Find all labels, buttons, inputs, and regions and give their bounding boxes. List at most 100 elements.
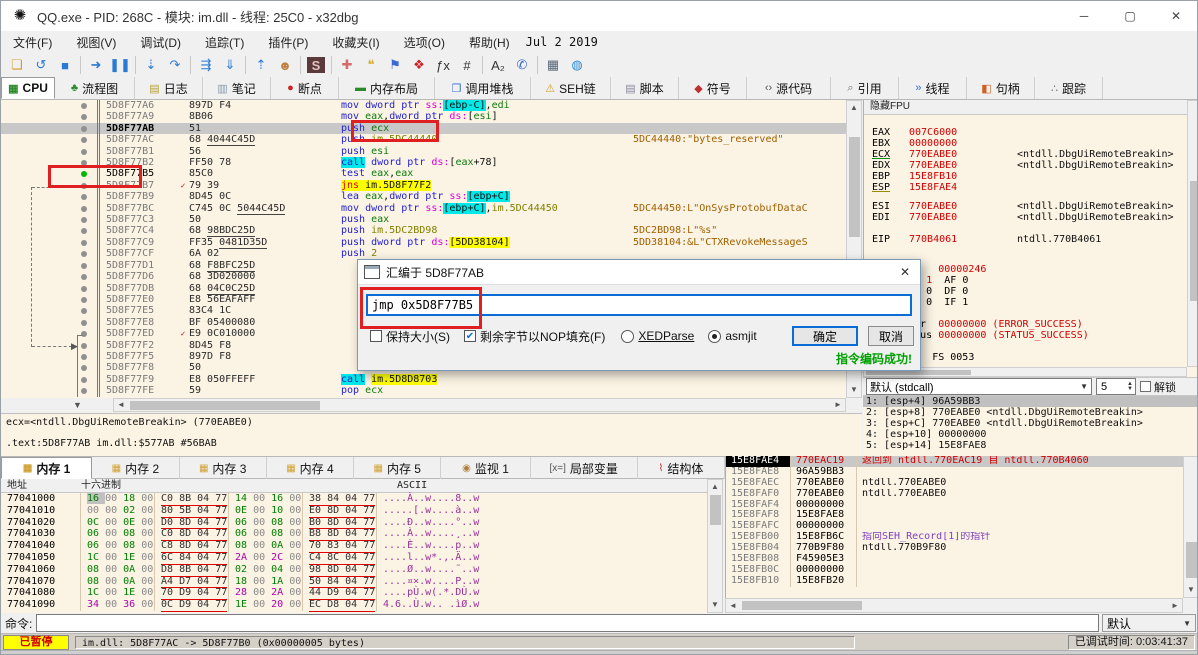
settings-s-icon[interactable]: S [307,57,325,73]
stop-icon[interactable]: ■ [53,55,77,75]
keep-size-checkbox-box[interactable] [370,330,382,342]
argument-row[interactable]: 4: [esp+10] 00000000 [863,429,1197,440]
tab-references[interactable]: ⌕ 引用 [831,77,899,99]
stack-row[interactable]: 15E8FB10 15E8FB20 [726,575,1183,587]
dump-row[interactable]: 77041070 08 00 0A 00 A4 D7 04 77 18 00 1A 0… [1,575,707,589]
maximize-button[interactable]: ▢ [1107,1,1153,31]
disasm-row[interactable]: 5D8F77F9 E8 050FFEFF call im.5D8D8703 [1,373,846,386]
asmjit-radio-circle[interactable] [708,329,722,343]
nop-fill-checkbox-box[interactable]: ✔ [464,330,476,342]
tab-source[interactable]: ‹› 源代码 [747,77,831,99]
arguments-panel[interactable]: 1: [esp+4] 96A59BB3 2: [esp+8] 770EABE0 <… [863,395,1197,456]
minimize-button[interactable]: ─ [1061,1,1107,31]
tab-dump-1[interactable]: ▦ 内存 1 [1,457,93,479]
menu-item[interactable]: 选项(O) [392,32,457,53]
stack-row[interactable]: 15E8FB00 15E8FB6C 指向SEH_Record[1]的指针 [726,531,1183,544]
dump-row[interactable]: 77041010 00 00 02 00 80 5B 04 77 0E 00 10 0… [1,504,707,518]
stack-row[interactable]: 15E8FB0C 00000000 [726,564,1183,576]
register-row[interactable]: ESI 770EABE0 <ntdll.DbgUiRemoteBreakin> [864,201,1197,212]
tab-dump-5[interactable]: ▦ 内存 5 [354,457,442,479]
dump-row[interactable]: 77041090 34 00 36 00 0C D9 04 77 1E 00 20 0… [1,599,707,612]
register-row[interactable]: EBP 15E8FB10 [864,171,1197,182]
tab-trace[interactable]: ∴ 跟踪 [1035,77,1103,99]
argument-row[interactable]: 2: [esp+8] 770EABE0 <ntdll.DbgUiRemoteBr… [863,407,1197,418]
stack-row[interactable]: 15E8FAE8 96A59BB3 [726,466,1183,478]
tab-call-stack[interactable]: ❒ 调用堆栈 [435,77,531,99]
xedparse-radio-circle[interactable] [621,329,635,343]
disasm-row[interactable]: 5D8F77BC C745 0C 5044C45D mov dword ptr ss… [1,202,846,215]
calculator-icon[interactable]: ▦ [541,55,565,75]
comment-icon[interactable]: ❝ [359,55,383,75]
disasm-row[interactable]: 5D8F77CF 6A 02 push 2 [1,248,846,260]
ok-button[interactable]: 确定 [792,326,858,346]
tab-threads[interactable]: » 线程 [899,77,967,99]
disasm-row[interactable]: 5D8F77C4 68 98BDC25D push im.5DC2BD98 5DC2B… [1,225,846,238]
tab-dump-4[interactable]: ▦ 内存 4 [267,457,355,479]
disasm-row[interactable]: 5D8F77C3 50 push eax [1,214,846,226]
tab-dump-2[interactable]: ▦ 内存 2 [92,457,180,479]
close-button[interactable]: ✕ [1153,1,1197,31]
register-row[interactable]: EDI 770EABE0 <ntdll.DbgUiRemoteBreakin> [864,212,1197,223]
hash-icon[interactable]: # [455,55,479,75]
tab-graph[interactable]: ♣ 流程图 [55,77,135,99]
calling-convention-select[interactable]: 默认 (stdcall) ▼ [866,378,1092,395]
tab-handles[interactable]: ◧ 句柄 [967,77,1035,99]
register-row[interactable]: EDX 770EABE0 <ntdll.DbgUiRemoteBreakin> [864,160,1197,171]
tab-symbols[interactable]: ◆ 符号 [679,77,747,99]
tab-seh[interactable]: ⚠ SEH链 [531,77,611,99]
spin-down-icon[interactable]: ▼ [1127,386,1133,392]
tab-struct[interactable]: ⌇ 结构体 [638,457,726,479]
nop-fill-checkbox[interactable]: ✔ 剩余字节以NOP填充(F) [464,328,605,345]
menu-item[interactable]: 收藏夹(I) [320,32,391,53]
disasm-row[interactable]: 5D8F77B1 56 push esi [1,145,846,158]
patch-icon[interactable]: ✚ [335,55,359,75]
dump-row[interactable]: 77041020 0C 00 0E 00 D0 8D 04 77 06 00 08 0… [1,516,707,530]
disasm-row[interactable]: 5D8F77C9 FF35 0481D35D push dword ptr ds:[… [1,236,846,249]
pause-icon[interactable]: ❚❚ [108,55,132,75]
dump-row[interactable]: 77041060 08 00 0A 00 D8 8B 04 77 02 00 04 0… [1,563,707,577]
menu-item[interactable]: 调试(D) [128,32,193,53]
dump-vscrollbar[interactable]: ▲ ▼ [707,479,723,613]
asmjit-radio[interactable]: asmjit [708,329,757,343]
tab-cpu[interactable]: ▦ CPU [1,77,55,99]
registers-vscrollbar[interactable] [1187,100,1197,367]
step-over-icon[interactable]: ↷ [163,55,187,75]
stack-view[interactable]: 15E8FAE4 770EAC19 返回到 ntdll.770EAC19 自 ntd… [725,456,1183,598]
menu-item[interactable]: 视图(V) [64,32,128,53]
tab-watch-1[interactable]: ◉ 监视 1 [441,457,531,479]
register-row[interactable]: ECX 770EABE0 <ntdll.DbgUiRemoteBreakin> [864,149,1197,160]
dump-view[interactable]: 地址 十六进制 ASCII 77041000 16 00 18 00 C0 8B 0… [1,479,707,613]
stack-row[interactable]: 15E8FAF4 00000000 [726,499,1183,511]
xedparse-radio[interactable]: XEDParse [621,329,694,343]
run-to-user-code-icon[interactable]: ☻ [273,55,297,75]
hide-fpu-button[interactable]: 隐藏FPU [864,100,1197,115]
dialog-close-icon[interactable]: ✕ [890,265,920,279]
function-icon[interactable]: ƒx [431,55,455,75]
stack-hscrollbar[interactable]: ◄ ► [725,598,1183,613]
tab-dump-3[interactable]: ▦ 内存 3 [180,457,267,479]
argument-row[interactable]: 1: [esp+4] 96A59BB3 [863,396,1197,407]
register-row[interactable]: EIP 770B4061 ntdll.770B4061 [864,234,1197,245]
dump-row[interactable]: 77041030 06 00 08 00 C0 8D 04 77 06 00 08 0… [1,528,707,542]
tab-breakpoints[interactable]: ● 断点 [271,77,339,99]
step-until-return-icon[interactable]: ⇓ [218,55,242,75]
register-row[interactable]: EBX 00000000 [864,138,1197,149]
command-input[interactable] [36,614,1099,632]
tab-notes[interactable]: ▥ 笔记 [203,77,271,99]
restart-icon[interactable]: ↺ [29,55,53,75]
disasm-row[interactable]: 5D8F77B9 8D45 0C lea eax,dword ptr ss:[ebp… [1,191,846,203]
argument-row[interactable]: 5: [esp+14] 15E8FAE8 [863,440,1197,451]
globe-icon[interactable]: ◍ [565,55,589,75]
open-file-icon[interactable]: ❏ [5,55,29,75]
assemble-icon[interactable]: A₂ [486,55,510,75]
menu-item[interactable]: 插件(P) [256,32,320,53]
register-row[interactable]: EAX 007C6000 [864,127,1197,138]
keep-size-checkbox[interactable]: 保持大小(S) [370,328,450,345]
stack-row[interactable]: 15E8FAF8 15E8FAE8 [726,510,1183,522]
menu-item[interactable]: 文件(F) [1,32,64,53]
stack-row[interactable]: 15E8FB04 770B9F80 ntdll.770B9F80 [726,542,1183,555]
stack-row[interactable]: 15E8FAE4 770EAC19 返回到 ntdll.770EAC19 自 ntd… [726,456,1183,467]
stack-row[interactable]: 15E8FAEC 770EABE0 ntdll.770EABE0 [726,477,1183,489]
disasm-hscrollbar[interactable]: ◄ ► [113,398,846,412]
menu-item[interactable]: 追踪(T) [193,32,256,53]
